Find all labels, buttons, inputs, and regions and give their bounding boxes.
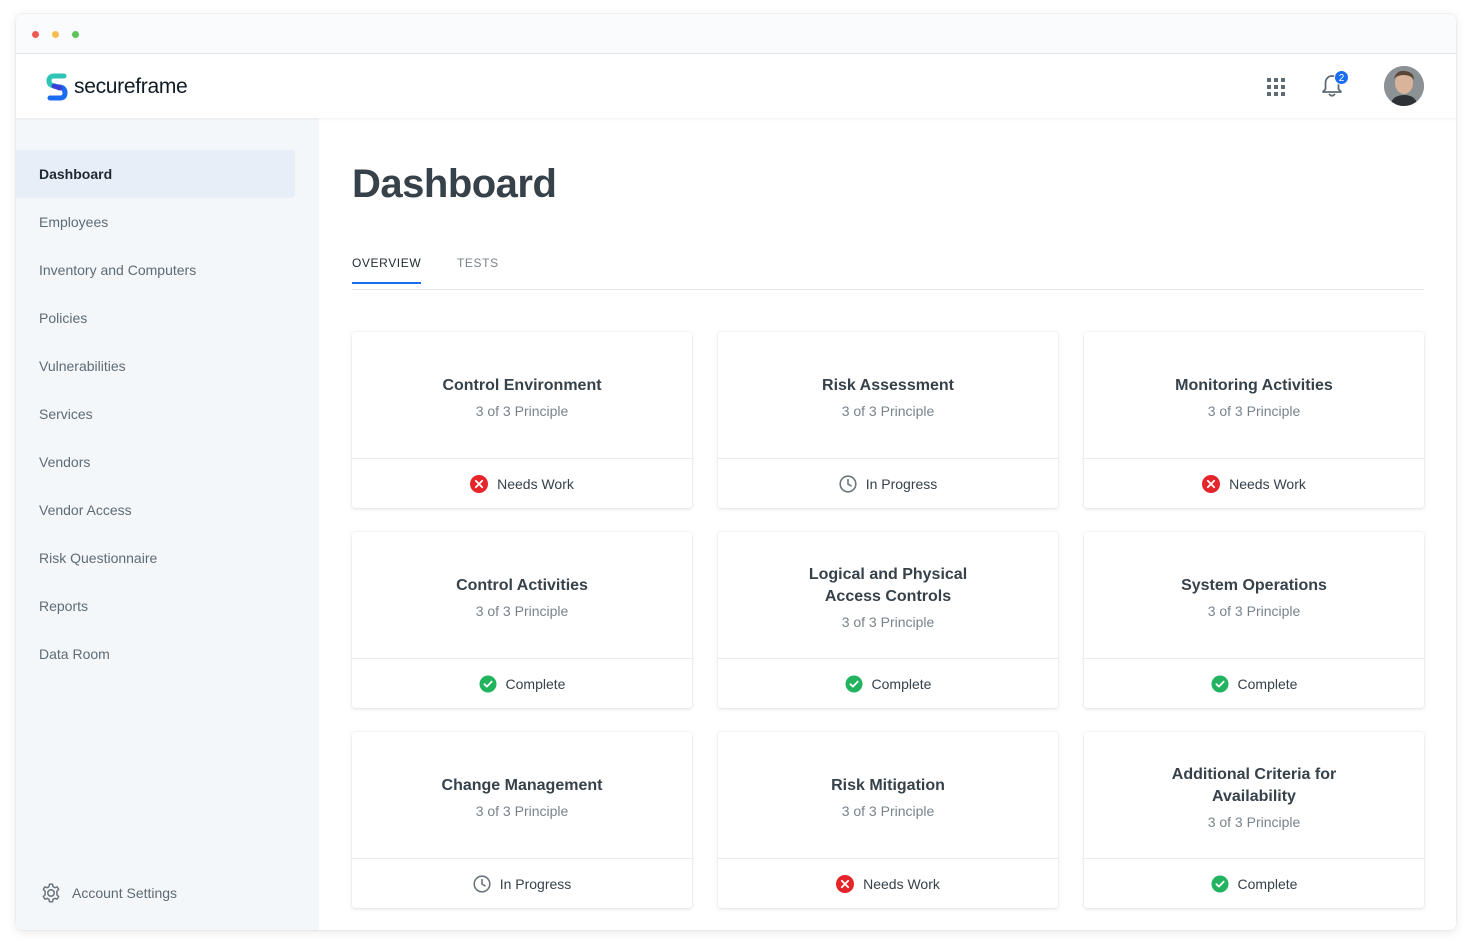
card-status[interactable]: In Progress (718, 459, 1058, 508)
tab-overview[interactable]: OVERVIEW (352, 256, 422, 284)
check-circle-icon (845, 675, 863, 692)
card-header: Monitoring Activities 3 of 3 Principle (1084, 332, 1424, 459)
card-header: Additional Criteria for Availability 3 of… (1084, 732, 1424, 859)
card-title: Additional Criteria for Availability (1171, 766, 1337, 805)
sidebar-item-risk-questionnaire[interactable]: Risk Questionnaire (16, 534, 295, 582)
sidebar-item-data-room[interactable]: Data Room (16, 630, 295, 678)
sidebar-item-inventory-and-computers[interactable]: Inventory and Computers (16, 246, 295, 294)
window-close-button[interactable] (32, 31, 39, 38)
card-header: Risk Assessment 3 of 3 Principle (718, 332, 1058, 459)
clock-icon (839, 474, 857, 493)
principle-card[interactable]: Monitoring Activities 3 of 3 Principle Nee… (1084, 332, 1424, 508)
sidebar-item-employees[interactable]: Employees (16, 198, 295, 246)
account-settings-link[interactable]: Account Settings (40, 882, 177, 904)
window-minimize-button[interactable] (52, 31, 59, 38)
user-photo-icon (1384, 66, 1424, 106)
app-window: secureframe 2 Dashboard Employees Inventor… (16, 14, 1456, 930)
status-label: In Progress (499, 875, 572, 892)
card-subtitle: 3 of 3 Principle (841, 803, 935, 819)
sidebar-item-services[interactable]: Services (16, 390, 295, 438)
principle-card[interactable]: Control Environment 3 of 3 Principle Needs… (352, 332, 692, 508)
apps-grid-icon[interactable] (1267, 78, 1285, 96)
card-header: System Operations 3 of 3 Principle (1084, 532, 1424, 659)
window-maximize-button[interactable] (72, 31, 79, 38)
notification-badge: 2 (1334, 70, 1349, 85)
card-status[interactable]: Complete (352, 659, 692, 708)
status-label: Complete (505, 675, 566, 692)
card-title: System Operations (1181, 577, 1327, 594)
brand-name: secureframe (74, 75, 188, 98)
tab-tests[interactable]: TESTS (457, 256, 499, 282)
card-subtitle: 3 of 3 Principle (475, 403, 569, 419)
card-title: Control Activities (456, 577, 588, 594)
status-label: Needs Work (497, 475, 574, 492)
principle-card[interactable]: System Operations 3 of 3 Principle Complet… (1084, 532, 1424, 708)
card-header: Logical and Physical Access Controls 3 of… (718, 532, 1058, 659)
account-settings-label: Account Settings (72, 885, 178, 901)
card-status[interactable]: In Progress (352, 859, 692, 908)
x-circle-icon (470, 474, 489, 493)
main-content: Dashboard OVERVIEW TESTS Control Environ… (319, 118, 1456, 930)
card-header: Control Activities 3 of 3 Principle (352, 532, 692, 659)
card-title: Logical and Physical Access Controls (808, 566, 968, 605)
status-label: In Progress (865, 475, 938, 492)
check-circle-icon (479, 675, 497, 692)
window-titlebar (16, 14, 1456, 54)
clock-icon (473, 874, 491, 893)
card-header: Change Management 3 of 3 Principle (352, 732, 692, 859)
card-subtitle: 3 of 3 Principle (475, 603, 569, 619)
principle-card[interactable]: Control Activities 3 of 3 Principle Comple… (352, 532, 692, 708)
sidebar-item-vendors[interactable]: Vendors (16, 438, 295, 486)
status-label: Needs Work (863, 875, 940, 892)
user-avatar[interactable] (1384, 66, 1424, 106)
card-header: Control Environment 3 of 3 Principle (352, 332, 692, 459)
card-title: Control Environment (442, 377, 602, 394)
card-subtitle: 3 of 3 Principle (1207, 814, 1301, 830)
status-label: Complete (1237, 875, 1298, 892)
page-title: Dashboard (352, 162, 557, 206)
secureframe-logo-icon (46, 73, 68, 101)
x-circle-icon (1202, 474, 1221, 493)
card-status[interactable]: Needs Work (352, 459, 692, 508)
sidebar-item-reports[interactable]: Reports (16, 582, 295, 630)
card-subtitle: 3 of 3 Principle (475, 803, 569, 819)
sidebar-item-dashboard[interactable]: Dashboard (16, 150, 295, 198)
sidebar-item-vendor-access[interactable]: Vendor Access (16, 486, 295, 534)
principle-card[interactable]: Additional Criteria for Availability 3 of… (1084, 732, 1424, 908)
card-title: Monitoring Activities (1175, 377, 1333, 394)
card-title: Risk Mitigation (831, 777, 945, 794)
card-subtitle: 3 of 3 Principle (1207, 603, 1301, 619)
check-circle-icon (1211, 875, 1229, 892)
card-header: Risk Mitigation 3 of 3 Principle (718, 732, 1058, 859)
gear-icon (42, 883, 60, 903)
sidebar: Dashboard Employees Inventory and Computer… (16, 118, 319, 930)
principle-card[interactable]: Logical and Physical Access Controls 3 of… (718, 532, 1058, 708)
card-status[interactable]: Needs Work (718, 859, 1058, 908)
principle-card[interactable]: Risk Assessment 3 of 3 Principle In Progre… (718, 332, 1058, 508)
sidebar-item-policies[interactable]: Policies (16, 294, 295, 342)
brand-logo[interactable]: secureframe (46, 72, 188, 102)
tab-bar: OVERVIEW TESTS (352, 248, 1424, 290)
principle-card[interactable]: Risk Mitigation 3 of 3 Principle Needs Wor… (718, 732, 1058, 908)
status-label: Complete (871, 675, 932, 692)
card-status[interactable]: Complete (1084, 659, 1424, 708)
status-label: Complete (1237, 675, 1298, 692)
card-status[interactable]: Complete (718, 659, 1058, 708)
card-subtitle: 3 of 3 Principle (1207, 403, 1301, 419)
card-subtitle: 3 of 3 Principle (841, 403, 935, 419)
card-subtitle: 3 of 3 Principle (841, 614, 935, 630)
card-status[interactable]: Needs Work (1084, 459, 1424, 508)
x-circle-icon (836, 874, 855, 893)
card-title: Change Management (441, 777, 603, 794)
card-status[interactable]: Complete (1084, 859, 1424, 908)
check-circle-icon (1211, 675, 1229, 692)
status-label: Needs Work (1229, 475, 1306, 492)
top-navbar: secureframe 2 (16, 54, 1456, 118)
principle-card[interactable]: Change Management 3 of 3 Principle In Prog… (352, 732, 692, 908)
card-title: Risk Assessment (822, 377, 954, 394)
sidebar-item-vulnerabilities[interactable]: Vulnerabilities (16, 342, 295, 390)
